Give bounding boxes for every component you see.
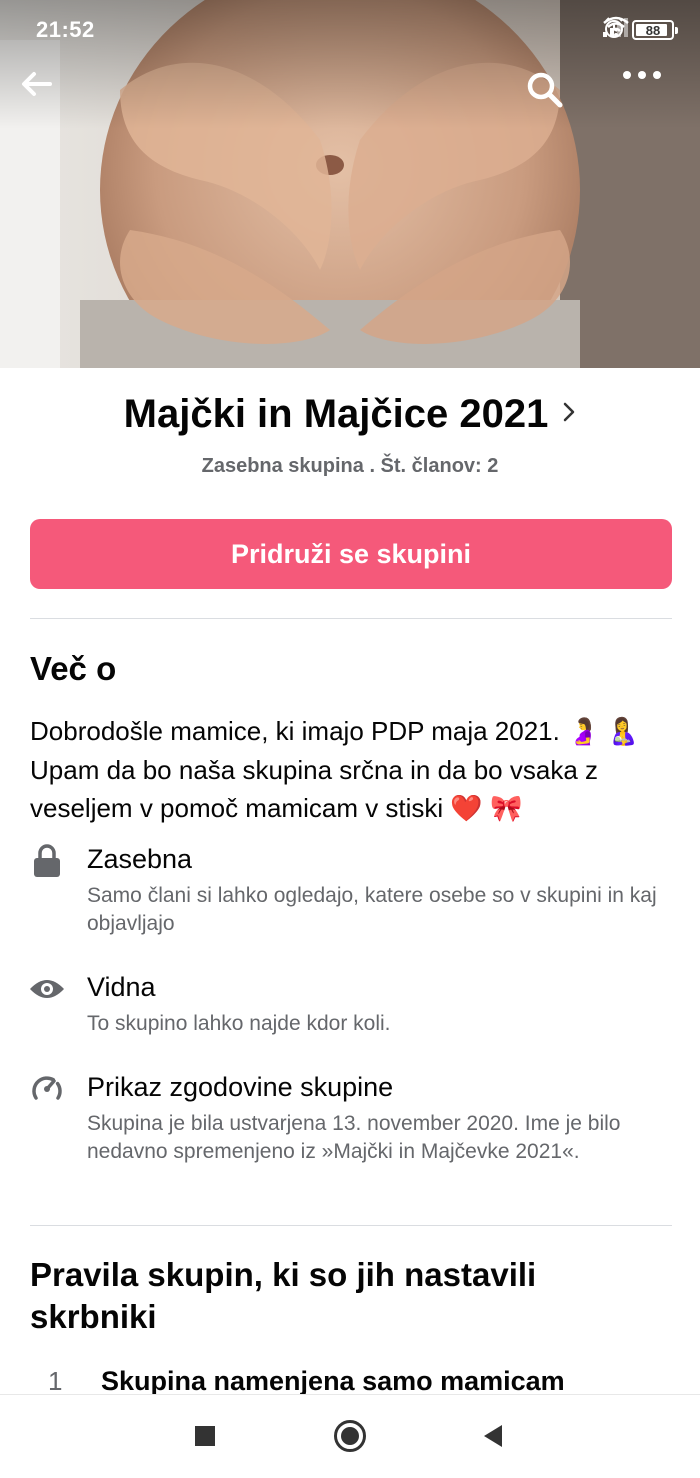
rule-text: Skupina namenjena samo mamicam	[101, 1366, 565, 1396]
group-privacy-members: Zasebna skupina . Št. članov: 2	[201, 455, 499, 477]
rule-number: 1	[48, 1366, 63, 1396]
battery-icon: 88	[632, 20, 678, 40]
red-heart-emoji: ❤️	[450, 794, 483, 824]
group-title-link[interactable]: Majčki in Majčice 2021	[0, 392, 700, 437]
info-title-visible: Vidna	[87, 972, 156, 1002]
divider	[30, 618, 672, 619]
back-triangle-icon	[482, 1424, 504, 1453]
breastfeeding-emoji: 🤱	[606, 717, 640, 747]
history-icon	[28, 1070, 66, 1108]
home-button[interactable]	[325, 1413, 375, 1463]
info-desc-history: Skupina je bila ustvarjena 13. november …	[87, 1112, 621, 1163]
group-description: Dobrodošle mamice, ki imajo PDP maja 202…	[30, 712, 680, 828]
search-button[interactable]	[525, 70, 585, 130]
info-item-private: Zasebna Samo člani si lahko ogledajo, ka…	[0, 842, 700, 942]
system-back-button[interactable]	[468, 1413, 518, 1463]
more-options-button[interactable]	[622, 70, 682, 130]
system-navigation-bar	[0, 1394, 700, 1478]
status-icons: 88	[602, 16, 678, 44]
divider	[30, 1225, 672, 1226]
recents-button[interactable]	[180, 1413, 230, 1463]
rules-section-title: Pravila skupin, ki so jih nastavili skrb…	[30, 1256, 537, 1335]
lock-icon	[28, 842, 66, 880]
chevron-right-icon	[562, 401, 576, 428]
info-desc-visible: To skupino lahko najde kdor koli.	[87, 1012, 391, 1035]
group-cover-photo[interactable]: 21:52 88	[0, 0, 700, 368]
info-item-visible: Vidna To skupino lahko najde kdor koli.	[0, 970, 700, 1040]
info-desc-private: Samo člani si lahko ogledajo, katere ose…	[87, 884, 657, 935]
eye-icon	[28, 970, 66, 1008]
battery-level: 88	[645, 22, 661, 38]
info-title-history: Prikaz zgodovine skupine	[87, 1072, 394, 1102]
group-title: Majčki in Majčice 2021	[123, 392, 549, 436]
ribbon-emoji: 🎀	[490, 794, 523, 824]
back-button[interactable]	[20, 70, 80, 130]
status-bar: 21:52 88	[0, 0, 700, 60]
join-group-button[interactable]: Pridruži se skupini	[30, 519, 672, 589]
description-text-1: Dobrodošle mamice, ki imajo PDP maja 202…	[30, 716, 568, 746]
info-item-history: Prikaz zgodovine skupine Skupina je bila…	[0, 1070, 700, 1200]
info-title-private: Zasebna	[87, 844, 193, 874]
about-section-title: Več o	[30, 650, 117, 687]
status-time: 21:52	[36, 17, 95, 42]
recents-square-icon	[194, 1425, 216, 1452]
pregnant-woman-emoji: 🤰	[567, 717, 600, 747]
home-circle-icon	[333, 1419, 367, 1458]
